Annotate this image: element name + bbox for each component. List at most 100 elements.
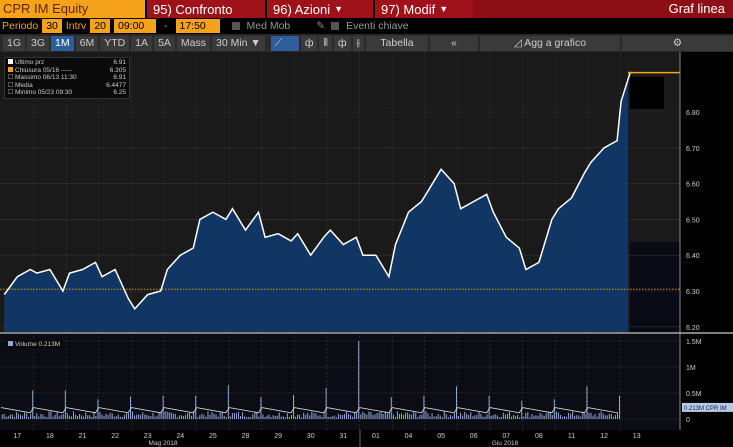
volume-tick-label: 1M [686,365,696,372]
range-1a[interactable]: 1A [131,35,153,51]
volume-bar [515,416,517,419]
x-tick-label: 06 [470,433,478,440]
volume-bar [32,390,34,419]
volume-bar [500,417,502,419]
x-tick-label: 21 [79,433,87,440]
volume-bar [201,413,203,419]
volume-bar [378,412,380,419]
volume-bar [403,414,405,419]
legend-swatch [8,59,13,64]
volume-bar [572,411,574,419]
volume-bar [531,414,533,419]
candle-volume-icon[interactable]: ф [333,35,351,51]
actions-button[interactable]: 96) Azioni ▼ [265,0,373,18]
volume-bar [290,414,292,419]
range-1g[interactable]: 1G [3,35,26,51]
volume-bar [337,413,339,419]
month-label: Giu 2018 [492,440,519,447]
chart-type-label[interactable]: Graf linea [661,0,733,18]
compare-button[interactable]: 95) Confronto [145,0,265,18]
volume-bar [101,414,103,419]
legend-value: 6.91 [113,59,126,66]
legend-label: Media [15,81,33,89]
range-max[interactable]: Mass [176,35,210,51]
volume-bar [380,411,382,419]
volume-bar [123,414,125,419]
x-tick-label: 07 [502,433,510,440]
legend-row: Chiusura 05/16 ----- 6.305 [8,66,126,75]
volume-bar [83,416,85,419]
range-6m[interactable]: 6M [75,35,99,51]
volume-bar [372,414,374,419]
y-tick-label: 6.50 [686,217,700,224]
volume-bar [449,415,451,419]
range-5a[interactable]: 5A [154,35,175,51]
volume-bar [229,416,231,419]
volume-bar [364,413,366,419]
settings-gear-icon[interactable]: ⚙ [621,35,733,51]
volume-bar [240,416,242,419]
end-time-input[interactable]: 17:50 [175,19,220,33]
modify-button[interactable]: 97) Modif ▼ [373,0,473,18]
header-bar: CPR IM Equity 95) Confronto 96) Azioni ▼ … [0,0,733,18]
volume-bar [561,416,563,419]
legend-value: 6.4477 [106,81,126,89]
range-ytd[interactable]: YTD [100,35,130,51]
volume-bar [191,415,193,419]
volume-bar [280,416,282,419]
collapse-button[interactable]: « [429,35,478,51]
volume-bar [238,412,240,419]
volume-bar [511,416,513,419]
legend-row: Minimo 05/23 09:30 6.25 [8,89,126,97]
candlestick-icon[interactable]: ф [300,35,318,51]
add-to-chart-button[interactable]: ◿ Agg a grafico [479,35,620,51]
volume-bar [362,411,364,419]
volume-bar [244,416,246,419]
ohlc-bars-icon[interactable]: ⫴ [319,35,332,51]
range-1m[interactable]: 1M [51,35,74,51]
volume-bar [525,412,527,419]
legend-row: Massimo 06/13 11:30 6.91 [8,74,126,82]
key-events-checkbox[interactable] [331,22,340,30]
volume-bar [368,411,370,419]
volume-bar [75,414,77,419]
volume-bar [433,416,435,419]
volume-bar [388,412,390,419]
pencil-icon[interactable]: ✎ [316,20,325,32]
volume-bar [590,413,592,419]
volume-bar [30,414,32,419]
volume-bar [182,416,184,419]
bar-size-select[interactable]: 30 Min ▼ [212,35,265,51]
hlc-bars-icon[interactable]: ⫲ [352,35,364,51]
volume-bar [392,414,394,419]
interval-input[interactable]: 20 [90,19,110,33]
moving-avg-checkbox[interactable] [231,22,240,30]
volume-bar [50,411,52,419]
start-time-input[interactable]: 09:00 [114,19,156,33]
volume-bar [113,416,115,419]
volume-bar [570,413,572,419]
volume-bar [125,413,127,419]
volume-bar [460,412,462,419]
volume-bar [490,415,492,419]
table-button[interactable]: Tabella [365,35,428,51]
volume-bar [405,412,407,419]
volume-bar [136,414,138,419]
line-chart-icon[interactable]: ⟋ [270,35,299,51]
legend-value: 6.25 [113,89,126,96]
volume-bar [178,415,180,419]
volume-legend-label: Volume 0.213M [15,341,61,348]
volume-bar [170,412,172,419]
price-volume-chart[interactable]: 6.20 6.30 6.40 6.50 6.60 6.70 6.80 17 18 21 22 23 24… [0,52,733,447]
volume-bar [386,413,388,419]
volume-bar [303,412,305,419]
x-tick-label: 18 [46,433,54,440]
volume-bar [132,411,134,419]
range-3g[interactable]: 3G [27,35,50,51]
volume-bar [315,413,317,419]
legend-label: Minimo 05/23 09:30 [15,89,73,96]
volume-bar [58,416,60,419]
security-ticker[interactable]: CPR IM Equity [0,0,145,18]
x-tick-label: 31 [339,433,347,440]
period-input[interactable]: 30 [42,19,62,33]
